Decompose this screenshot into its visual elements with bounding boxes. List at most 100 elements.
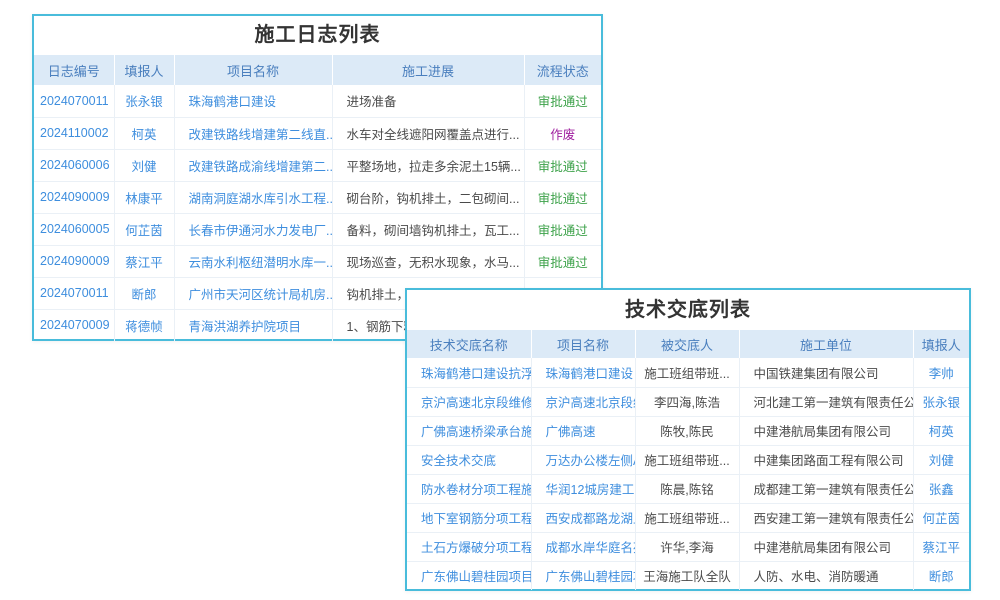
project-link[interactable]: 京沪高速北京段维修 — [546, 396, 636, 410]
column-header-contractor: 施工单位 — [739, 330, 913, 358]
status-badge: 作废 — [550, 128, 575, 142]
project-link[interactable]: 云南水利枢纽潜明水库一... — [189, 256, 333, 270]
contractor-text: 河北建工第一建筑有限责任公司 — [754, 396, 914, 410]
column-header-progress: 施工进展 — [332, 55, 524, 85]
reporter-link[interactable]: 何芷茵 — [922, 512, 960, 526]
table-row: 广佛高速桥梁承台施... 广佛高速 陈牧,陈民 中建港航局集团有限公司 柯英 — [407, 416, 969, 445]
table-row: 土石方爆破分项工程... 成都水岸华庭名苑... 许华,李海 中建港航局集团有限… — [407, 532, 969, 561]
table-row: 珠海鹤港口建设抗浮... 珠海鹤港口建设 施工班组带班... 中国铁建集团有限公… — [407, 358, 969, 387]
disclosure-name-link[interactable]: 广佛高速桥梁承台施... — [421, 425, 531, 439]
recipient-text: 王海施工队全队 — [643, 570, 731, 584]
table-row: 2024070011 张永银 珠海鹤港口建设 进场准备 审批通过 — [34, 85, 601, 117]
contractor-text: 中建集团路面工程有限公司 — [754, 454, 904, 468]
table-row: 2024060005 何芷茵 长春市伊通河水力发电厂... 备料，砌间墙钩机排土… — [34, 213, 601, 245]
table-row: 防水卷材分项工程施... 华润12城房建工... 陈晨,陈铭 成都建工第一建筑有… — [407, 474, 969, 503]
project-link[interactable]: 青海洪湖养护院项目 — [189, 320, 302, 334]
reporter-link[interactable]: 断郎 — [929, 570, 954, 584]
project-link[interactable]: 广州市天河区统计局机房... — [189, 288, 333, 302]
reporter-link[interactable]: 刘健 — [131, 160, 156, 174]
project-link[interactable]: 华润12城房建工... — [546, 483, 636, 497]
reporter-link[interactable]: 张永银 — [125, 95, 163, 109]
table-row: 京沪高速北京段维修... 京沪高速北京段维修 李四海,陈浩 河北建工第一建筑有限… — [407, 387, 969, 416]
progress-text: 进场准备 — [347, 95, 397, 109]
log-id-link[interactable]: 2024070011 — [40, 94, 109, 108]
project-link[interactable]: 西安成都路龙湖上... — [546, 512, 636, 526]
recipient-text: 施工班组带班... — [644, 367, 729, 381]
reporter-link[interactable]: 林康平 — [125, 192, 163, 206]
log-id-link[interactable]: 2024060005 — [40, 222, 110, 236]
project-link[interactable]: 成都水岸华庭名苑... — [546, 541, 636, 555]
contractor-text: 中建港航局集团有限公司 — [754, 425, 892, 439]
table-header-row: 技术交底名称 项目名称 被交底人 施工单位 填报人 — [407, 330, 969, 358]
contractor-text: 人防、水电、消防暖通 — [754, 570, 879, 584]
progress-text: 砌台阶，钩机排土，二包砌间... — [347, 192, 520, 206]
log-id-link[interactable]: 2024090009 — [40, 254, 110, 268]
reporter-link[interactable]: 张永银 — [922, 396, 960, 410]
reporter-link[interactable]: 断郎 — [131, 288, 156, 302]
column-header-recipient: 被交底人 — [635, 330, 739, 358]
status-badge: 审批通过 — [538, 256, 588, 270]
status-badge: 审批通过 — [538, 224, 588, 238]
disclosure-name-link[interactable]: 土石方爆破分项工程... — [421, 541, 531, 555]
column-header-reporter: 填报人 — [913, 330, 969, 358]
log-id-link[interactable]: 2024110002 — [40, 126, 109, 140]
log-id-link[interactable]: 2024060006 — [40, 158, 110, 172]
reporter-link[interactable]: 张鑫 — [929, 483, 954, 497]
reporter-link[interactable]: 何芷茵 — [125, 224, 163, 238]
reporter-link[interactable]: 李帅 — [929, 367, 954, 381]
project-link[interactable]: 改建铁路成渝线增建第二... — [189, 160, 333, 174]
log-id-link[interactable]: 2024070009 — [40, 318, 110, 332]
disclosure-name-link[interactable]: 珠海鹤港口建设抗浮... — [421, 367, 531, 381]
contractor-text: 中国铁建集团有限公司 — [754, 367, 879, 381]
reporter-link[interactable]: 蒋德帧 — [125, 320, 163, 334]
project-link[interactable]: 长春市伊通河水力发电厂... — [189, 224, 333, 238]
log-id-link[interactable]: 2024090009 — [40, 190, 110, 204]
table-header-row: 日志编号 填报人 项目名称 施工进展 流程状态 — [34, 55, 601, 85]
tech-disclosure-table: 技术交底名称 项目名称 被交底人 施工单位 填报人 珠海鹤港口建设抗浮... 珠… — [407, 330, 969, 590]
column-header-log-id: 日志编号 — [34, 55, 114, 85]
reporter-link[interactable]: 刘健 — [929, 454, 954, 468]
page-title: 施工日志列表 — [34, 16, 601, 55]
disclosure-name-link[interactable]: 安全技术交底 — [421, 454, 496, 468]
log-id-link[interactable]: 2024070011 — [40, 286, 109, 300]
contractor-text: 成都建工第一建筑有限责任公司 — [754, 483, 914, 497]
project-link[interactable]: 珠海鹤港口建设 — [189, 95, 277, 109]
recipient-text: 施工班组带班... — [644, 454, 729, 468]
status-badge: 审批通过 — [538, 160, 588, 174]
reporter-link[interactable]: 蔡江平 — [125, 256, 163, 270]
project-link[interactable]: 改建铁路线增建第二线直... — [189, 128, 333, 142]
project-link[interactable]: 广东佛山碧桂园项目 — [546, 570, 636, 584]
page-title: 技术交底列表 — [407, 290, 969, 330]
disclosure-name-link[interactable]: 广东佛山碧桂园项目... — [421, 570, 531, 584]
recipient-text: 陈牧,陈民 — [660, 425, 713, 439]
status-badge: 审批通过 — [538, 95, 588, 109]
tech-disclosure-panel: 技术交底列表 技术交底名称 项目名称 被交底人 施工单位 填报人 珠海鹤港口建设… — [405, 288, 971, 591]
progress-text: 备料，砌间墙钩机排土，瓦工... — [347, 224, 520, 238]
project-link[interactable]: 万达办公楼左侧A... — [546, 454, 636, 468]
table-row: 2024090009 林康平 湖南洞庭湖水库引水工程... 砌台阶，钩机排土，二… — [34, 181, 601, 213]
column-header-status: 流程状态 — [524, 55, 601, 85]
disclosure-name-link[interactable]: 京沪高速北京段维修... — [421, 396, 531, 410]
contractor-text: 中建港航局集团有限公司 — [754, 541, 892, 555]
table-row: 2024110002 柯英 改建铁路线增建第二线直... 水车对全线遮阳网覆盖点… — [34, 117, 601, 149]
column-header-reporter: 填报人 — [114, 55, 174, 85]
reporter-link[interactable]: 柯英 — [929, 425, 954, 439]
reporter-link[interactable]: 柯英 — [131, 128, 156, 142]
table-row: 安全技术交底 万达办公楼左侧A... 施工班组带班... 中建集团路面工程有限公… — [407, 445, 969, 474]
reporter-link[interactable]: 蔡江平 — [922, 541, 960, 555]
disclosure-name-link[interactable]: 地下室钢筋分项工程... — [421, 512, 531, 526]
project-link[interactable]: 珠海鹤港口建设 — [546, 367, 634, 381]
recipient-text: 陈晨,陈铭 — [660, 483, 713, 497]
column-header-project: 项目名称 — [531, 330, 635, 358]
column-header-disclosure-name: 技术交底名称 — [407, 330, 531, 358]
recipient-text: 施工班组带班... — [644, 512, 729, 526]
recipient-text: 许华,李海 — [660, 541, 713, 555]
disclosure-name-link[interactable]: 防水卷材分项工程施... — [421, 483, 531, 497]
project-link[interactable]: 广佛高速 — [546, 425, 596, 439]
column-header-project: 项目名称 — [174, 55, 332, 85]
progress-text: 现场巡查，无积水现象，水马... — [347, 256, 520, 270]
project-link[interactable]: 湖南洞庭湖水库引水工程... — [189, 192, 333, 206]
table-row: 2024090009 蔡江平 云南水利枢纽潜明水库一... 现场巡查，无积水现象… — [34, 245, 601, 277]
table-row: 地下室钢筋分项工程... 西安成都路龙湖上... 施工班组带班... 西安建工第… — [407, 503, 969, 532]
progress-text: 平整场地，拉走多余泥土15辆... — [347, 160, 521, 174]
